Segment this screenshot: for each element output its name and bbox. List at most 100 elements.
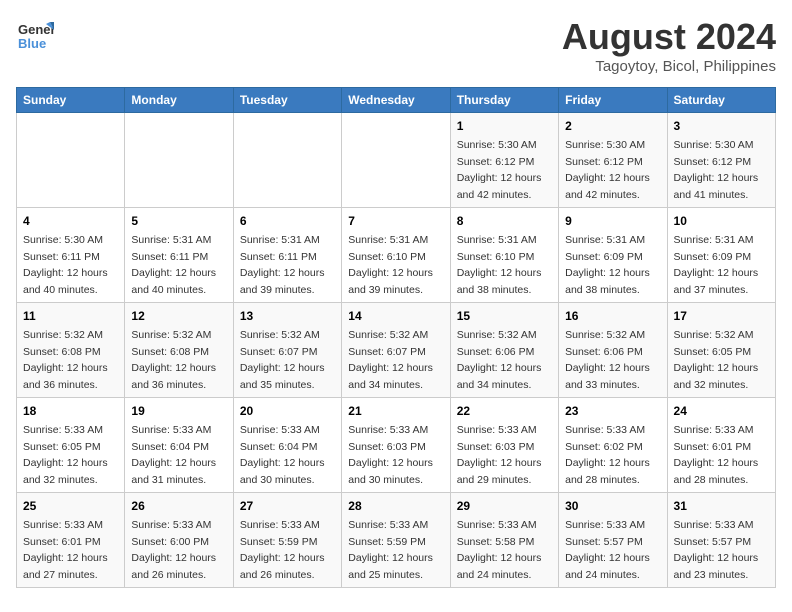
logo-icon: General Blue	[16, 16, 54, 59]
page-header: General Blue August 2024 Tagoytoy, Bicol…	[16, 16, 776, 75]
calendar-cell: 17 Sunrise: 5:32 AM Sunset: 6:05 PM Dayli…	[667, 303, 775, 398]
day-info: Sunrise: 5:30 AM Sunset: 6:12 PM Dayligh…	[457, 139, 542, 201]
calendar-cell: 29 Sunrise: 5:33 AM Sunset: 5:58 PM Dayli…	[450, 493, 558, 588]
day-number: 27	[240, 497, 335, 515]
day-info: Sunrise: 5:32 AM Sunset: 6:08 PM Dayligh…	[131, 329, 216, 391]
calendar-cell: 18 Sunrise: 5:33 AM Sunset: 6:05 PM Dayli…	[17, 398, 125, 493]
day-info: Sunrise: 5:33 AM Sunset: 6:01 PM Dayligh…	[674, 424, 759, 486]
day-info: Sunrise: 5:33 AM Sunset: 6:02 PM Dayligh…	[565, 424, 650, 486]
day-number: 12	[131, 307, 226, 325]
day-number: 24	[674, 402, 769, 420]
calendar-cell: 15 Sunrise: 5:32 AM Sunset: 6:06 PM Dayli…	[450, 303, 558, 398]
day-info: Sunrise: 5:33 AM Sunset: 6:04 PM Dayligh…	[131, 424, 216, 486]
day-info: Sunrise: 5:33 AM Sunset: 6:00 PM Dayligh…	[131, 519, 216, 581]
day-number: 8	[457, 212, 552, 230]
calendar-week-row: 11 Sunrise: 5:32 AM Sunset: 6:08 PM Dayli…	[17, 303, 776, 398]
calendar-cell: 22Sunrise: 5:33 AM Sunset: 6:03 PM Dayli…	[450, 398, 558, 493]
calendar-cell: 25 Sunrise: 5:33 AM Sunset: 6:01 PM Dayli…	[17, 493, 125, 588]
day-number: 25	[23, 497, 118, 515]
day-info: Sunrise: 5:33 AM Sunset: 5:59 PM Dayligh…	[348, 519, 433, 581]
day-info: Sunrise: 5:33 AM Sunset: 5:58 PM Dayligh…	[457, 519, 542, 581]
calendar-cell: 4 Sunrise: 5:30 AM Sunset: 6:11 PM Daylig…	[17, 208, 125, 303]
day-info: Sunrise: 5:33 AM Sunset: 6:05 PM Dayligh…	[23, 424, 108, 486]
day-info: Sunrise: 5:32 AM Sunset: 6:07 PM Dayligh…	[348, 329, 433, 391]
title-block: August 2024 Tagoytoy, Bicol, Philippines	[562, 16, 776, 75]
calendar-cell	[342, 113, 450, 208]
day-number: 5	[131, 212, 226, 230]
day-info: Sunrise: 5:33 AM Sunset: 5:57 PM Dayligh…	[674, 519, 759, 581]
day-info: Sunrise: 5:31 AM Sunset: 6:10 PM Dayligh…	[348, 234, 433, 296]
day-info: Sunrise: 5:31 AM Sunset: 6:11 PM Dayligh…	[240, 234, 325, 296]
calendar-cell: 30 Sunrise: 5:33 AM Sunset: 5:57 PM Dayli…	[559, 493, 667, 588]
day-number: 19	[131, 402, 226, 420]
calendar-week-row: 4 Sunrise: 5:30 AM Sunset: 6:11 PM Daylig…	[17, 208, 776, 303]
calendar-cell: 20Sunrise: 5:33 AM Sunset: 6:04 PM Dayli…	[233, 398, 341, 493]
calendar-cell	[233, 113, 341, 208]
calendar-cell: 26 Sunrise: 5:33 AM Sunset: 6:00 PM Dayli…	[125, 493, 233, 588]
day-number: 7	[348, 212, 443, 230]
calendar-cell: 11 Sunrise: 5:32 AM Sunset: 6:08 PM Dayli…	[17, 303, 125, 398]
calendar-cell: 2 Sunrise: 5:30 AM Sunset: 6:12 PM Daylig…	[559, 113, 667, 208]
day-number: 4	[23, 212, 118, 230]
day-info: Sunrise: 5:32 AM Sunset: 6:08 PM Dayligh…	[23, 329, 108, 391]
weekday-header: Saturday	[667, 88, 775, 113]
day-info: Sunrise: 5:32 AM Sunset: 6:05 PM Dayligh…	[674, 329, 759, 391]
calendar-header: SundayMondayTuesdayWednesdayThursdayFrid…	[17, 88, 776, 113]
day-info: Sunrise: 5:32 AM Sunset: 6:06 PM Dayligh…	[457, 329, 542, 391]
day-info: Sunrise: 5:33 AM Sunset: 6:04 PM Dayligh…	[240, 424, 325, 486]
day-info: Sunrise: 5:30 AM Sunset: 6:12 PM Dayligh…	[674, 139, 759, 201]
day-info: Sunrise: 5:31 AM Sunset: 6:10 PM Dayligh…	[457, 234, 542, 296]
day-number: 30	[565, 497, 660, 515]
day-number: 6	[240, 212, 335, 230]
calendar-cell: 1 Sunrise: 5:30 AM Sunset: 6:12 PM Daylig…	[450, 113, 558, 208]
day-number: 10	[674, 212, 769, 230]
month-year-title: August 2024	[562, 16, 776, 58]
calendar-cell: 12 Sunrise: 5:32 AM Sunset: 6:08 PM Dayli…	[125, 303, 233, 398]
day-info: Sunrise: 5:33 AM Sunset: 5:59 PM Dayligh…	[240, 519, 325, 581]
calendar-week-row: 18 Sunrise: 5:33 AM Sunset: 6:05 PM Dayli…	[17, 398, 776, 493]
day-info: Sunrise: 5:32 AM Sunset: 6:07 PM Dayligh…	[240, 329, 325, 391]
calendar-cell: 6 Sunrise: 5:31 AM Sunset: 6:11 PM Daylig…	[233, 208, 341, 303]
weekday-header: Wednesday	[342, 88, 450, 113]
day-info: Sunrise: 5:33 AM Sunset: 5:57 PM Dayligh…	[565, 519, 650, 581]
weekday-header: Thursday	[450, 88, 558, 113]
calendar-week-row: 25 Sunrise: 5:33 AM Sunset: 6:01 PM Dayli…	[17, 493, 776, 588]
day-number: 23	[565, 402, 660, 420]
calendar-cell: 5 Sunrise: 5:31 AM Sunset: 6:11 PM Daylig…	[125, 208, 233, 303]
day-number: 15	[457, 307, 552, 325]
day-number: 11	[23, 307, 118, 325]
calendar-body: 1 Sunrise: 5:30 AM Sunset: 6:12 PM Daylig…	[17, 113, 776, 588]
day-info: Sunrise: 5:32 AM Sunset: 6:06 PM Dayligh…	[565, 329, 650, 391]
day-number: 1	[457, 117, 552, 135]
day-number: 31	[674, 497, 769, 515]
calendar-cell: 8 Sunrise: 5:31 AM Sunset: 6:10 PM Daylig…	[450, 208, 558, 303]
day-info: Sunrise: 5:31 AM Sunset: 6:11 PM Dayligh…	[131, 234, 216, 296]
day-info: Sunrise: 5:30 AM Sunset: 6:12 PM Dayligh…	[565, 139, 650, 201]
day-number: 18	[23, 402, 118, 420]
day-number: 16	[565, 307, 660, 325]
calendar-cell: 19 Sunrise: 5:33 AM Sunset: 6:04 PM Dayli…	[125, 398, 233, 493]
calendar-cell: 27 Sunrise: 5:33 AM Sunset: 5:59 PM Dayli…	[233, 493, 341, 588]
day-info: Sunrise: 5:33 AM Sunset: 6:01 PM Dayligh…	[23, 519, 108, 581]
calendar-cell: 14Sunrise: 5:32 AM Sunset: 6:07 PM Dayli…	[342, 303, 450, 398]
day-number: 13	[240, 307, 335, 325]
calendar-table: SundayMondayTuesdayWednesdayThursdayFrid…	[16, 87, 776, 588]
calendar-cell: 10Sunrise: 5:31 AM Sunset: 6:09 PM Dayli…	[667, 208, 775, 303]
calendar-cell: 7 Sunrise: 5:31 AM Sunset: 6:10 PM Daylig…	[342, 208, 450, 303]
day-number: 26	[131, 497, 226, 515]
calendar-week-row: 1 Sunrise: 5:30 AM Sunset: 6:12 PM Daylig…	[17, 113, 776, 208]
day-number: 9	[565, 212, 660, 230]
calendar-cell: 28 Sunrise: 5:33 AM Sunset: 5:59 PM Dayli…	[342, 493, 450, 588]
day-number: 28	[348, 497, 443, 515]
logo: General Blue	[16, 16, 54, 59]
weekday-header: Friday	[559, 88, 667, 113]
weekday-header: Sunday	[17, 88, 125, 113]
day-number: 29	[457, 497, 552, 515]
day-number: 2	[565, 117, 660, 135]
calendar-cell	[17, 113, 125, 208]
day-info: Sunrise: 5:33 AM Sunset: 6:03 PM Dayligh…	[348, 424, 433, 486]
calendar-cell: 23 Sunrise: 5:33 AM Sunset: 6:02 PM Dayli…	[559, 398, 667, 493]
day-number: 17	[674, 307, 769, 325]
day-info: Sunrise: 5:33 AM Sunset: 6:03 PM Dayligh…	[457, 424, 542, 486]
day-info: Sunrise: 5:30 AM Sunset: 6:11 PM Dayligh…	[23, 234, 108, 296]
